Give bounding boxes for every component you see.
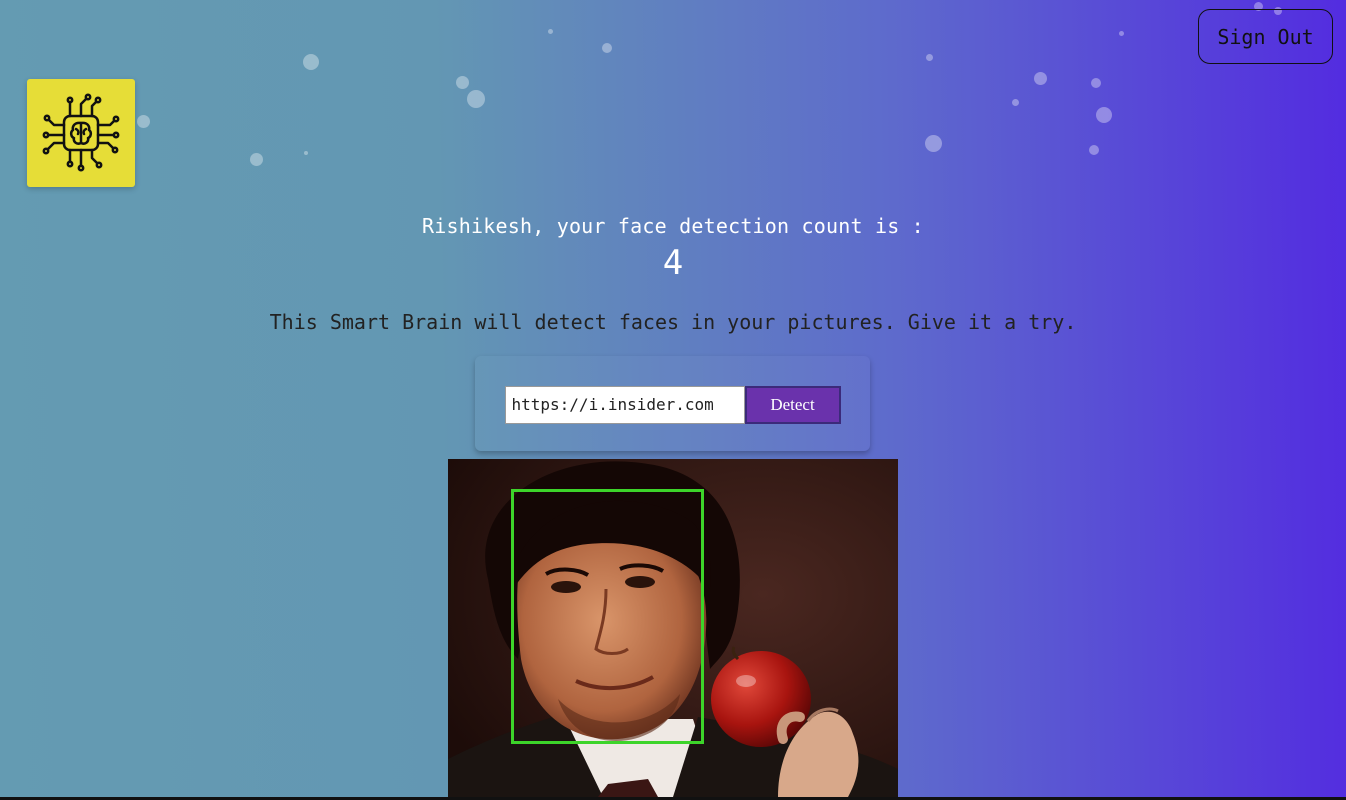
- logo: [27, 79, 135, 187]
- image-link-form: Detect: [475, 356, 870, 451]
- particle: [1096, 107, 1112, 123]
- face-bounding-box: [511, 489, 704, 744]
- instructions-text: This Smart Brain will detect faces in yo…: [269, 310, 1077, 334]
- rank-count: 4: [662, 243, 684, 283]
- particle: [548, 29, 553, 34]
- particle: [137, 115, 150, 128]
- brain-circuit-icon: [42, 93, 120, 172]
- particle: [250, 153, 263, 166]
- face-image: [448, 459, 898, 797]
- detect-button[interactable]: Detect: [744, 385, 841, 424]
- particle: [456, 76, 469, 89]
- particle: [304, 151, 308, 155]
- particle: [1089, 145, 1099, 155]
- particle: [1091, 78, 1101, 88]
- rank-message: Rishikesh, your face detection count is …: [422, 214, 924, 238]
- particle: [602, 43, 612, 53]
- particle: [1119, 31, 1124, 36]
- particle: [926, 54, 933, 61]
- particle: [467, 90, 485, 108]
- particle: [1034, 72, 1047, 85]
- particle: [303, 54, 319, 70]
- particle: [925, 135, 942, 152]
- particle: [1012, 99, 1019, 106]
- image-url-input[interactable]: [504, 385, 745, 424]
- sign-out-button[interactable]: Sign Out: [1198, 9, 1333, 64]
